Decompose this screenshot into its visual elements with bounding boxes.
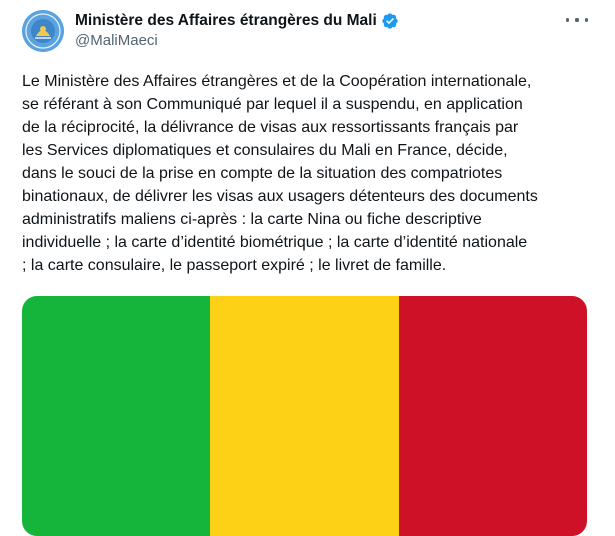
author-handle[interactable]: @MaliMaeci — [75, 32, 158, 49]
verified-badge-icon — [382, 13, 398, 29]
more-options-dot — [566, 18, 570, 22]
tweet-text-line: binationaux, de délivrer les visas aux u… — [22, 188, 538, 205]
tweet-text-line: administratifs maliens ci-après : la car… — [22, 211, 482, 228]
tweet-text-line: dans le souci de la prise en compte de l… — [22, 165, 503, 182]
more-options-dot — [584, 18, 588, 22]
flag-stripe-green — [22, 296, 211, 536]
tweet-media-image[interactable] — [22, 296, 587, 536]
tweet-text-line: les Services diplomatiques et consulaire… — [22, 142, 508, 159]
flag-stripe-yellow — [210, 296, 399, 536]
author-name-row: Ministère des Affaires étrangères du Mal… — [75, 11, 399, 31]
flag-stripe-red — [398, 296, 587, 536]
tweet-text-line: individuelle ; la carte d’identité biomé… — [22, 234, 528, 251]
ministry-seal-icon — [22, 10, 64, 52]
tweet-text-line: de la réciprocité, la délivrance de visa… — [22, 119, 519, 136]
author-display-name[interactable]: Ministère des Affaires étrangères du Mal… — [75, 12, 377, 30]
tweet-text-line: Le Ministère des Affaires étrangères et … — [22, 73, 532, 90]
tweet-text-line: se référant à son Communiqué par lequel … — [22, 96, 523, 113]
more-options-button[interactable] — [566, 14, 588, 26]
tweet-text: Le Ministère des Affaires étrangères et … — [22, 70, 597, 277]
tweet: Ministère des Affaires étrangères du Mal… — [0, 0, 615, 536]
tweet-text-line: ; la carte consulaire, le passeport expi… — [22, 257, 447, 274]
more-options-dot — [575, 18, 579, 22]
author-avatar[interactable] — [22, 10, 64, 52]
